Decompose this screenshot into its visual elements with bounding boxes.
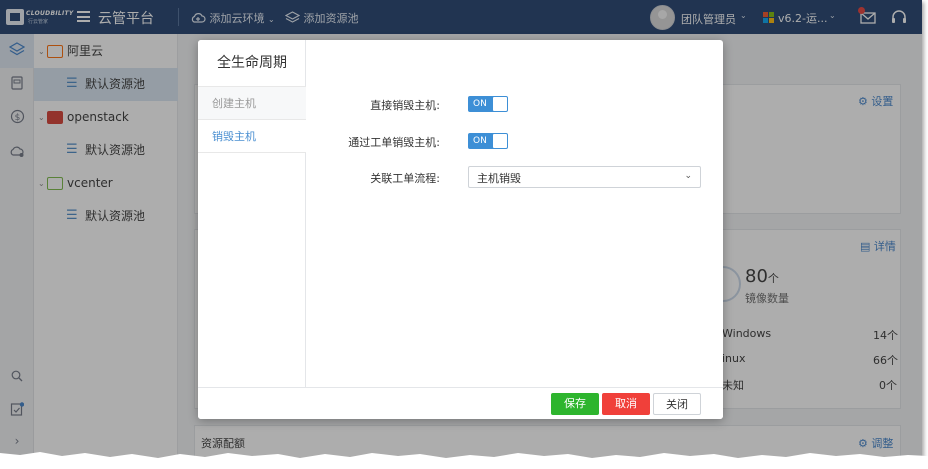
dialog-title: 全生命周期	[198, 40, 306, 87]
workflow-label: 关联工单流程:	[370, 172, 440, 185]
dialog-footer: 保存 取消 关闭	[198, 387, 723, 419]
cancel-button[interactable]: 取消	[602, 393, 650, 415]
lifecycle-dialog: 全生命周期 创建主机 销毁主机 直接销毁主机: ON 通过工单销毁主机: ON …	[198, 40, 723, 419]
ticket-destroy-toggle[interactable]: ON	[468, 133, 508, 149]
save-button[interactable]: 保存	[551, 393, 599, 415]
app-window: CLOUDBILITY 行云管家 云管平台 添加云环境 ⌄ 添加资源池 团队管理…	[0, 0, 922, 462]
dialog-nav: 全生命周期 创建主机 销毁主机	[198, 40, 306, 387]
close-button[interactable]: 关闭	[653, 393, 701, 415]
toggle-state: ON	[473, 136, 487, 146]
torn-edge-decoration	[0, 452, 928, 469]
toggle-state: ON	[473, 99, 487, 109]
chevron-down-icon: ⌄	[684, 171, 692, 181]
toggle-knob	[493, 134, 507, 148]
toggle-knob	[493, 97, 507, 111]
direct-destroy-label: 直接销毁主机:	[370, 99, 440, 112]
ticket-destroy-label: 通过工单销毁主机:	[348, 136, 440, 149]
workflow-select[interactable]: 主机销毁 ⌄	[468, 166, 701, 188]
direct-destroy-toggle[interactable]: ON	[468, 96, 508, 112]
workflow-selected-value: 主机销毁	[477, 172, 521, 185]
